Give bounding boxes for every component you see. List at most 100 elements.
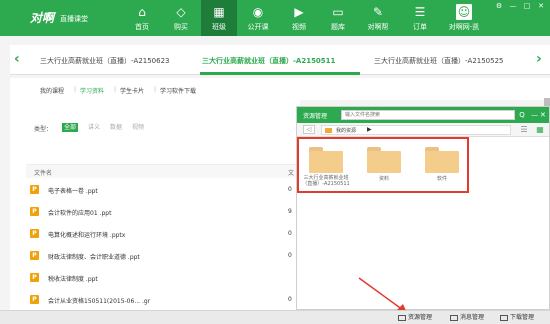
file-row[interactable]: P 电算化概述和运行环境 .pptx 0 [26, 226, 300, 246]
file-name: 会计从业资格150511(2015-06... .gr [48, 298, 151, 305]
play-circle-icon: ◉ [252, 5, 264, 19]
folder-item[interactable] [367, 147, 401, 173]
file-meta: 0 [288, 186, 292, 193]
course-tab-active[interactable]: 三大行业高薪就业班（直播）-A2150511 [202, 56, 335, 66]
home-icon: ⌂ [138, 5, 146, 19]
panel-close-button[interactable]: ✕ [540, 110, 546, 120]
nav-video[interactable]: ▶ 视频 [281, 0, 317, 36]
maximize-button[interactable]: □ [522, 2, 532, 10]
file-meta: 0 [288, 296, 292, 303]
chevron-left-icon[interactable]: ‹ [14, 51, 20, 67]
resource-manager-button[interactable]: 资源管理 [398, 313, 432, 323]
diamond-icon: ◇ [176, 5, 186, 19]
video-icon: ▶ [294, 5, 304, 19]
breadcrumb[interactable]: 我的资源 ▶ [321, 125, 511, 135]
nav-label: 订单 [413, 23, 427, 31]
file-row[interactable]: P 财政法律制度、会计职业道德 .ppt 0 [26, 248, 300, 268]
top-nav-bar: 对啊 直播课堂 ⌂ 首页 ◇ 购买 ▦ 班级 ◉ 公开课 ▶ 视频 ▭ 题库 ✎… [0, 0, 550, 36]
filter-data-button[interactable]: 数据 [108, 123, 124, 132]
status-label: 资源管理 [408, 314, 433, 321]
nav-label: 题库 [331, 23, 345, 31]
column-right: 文 [288, 170, 295, 177]
nav-open-class[interactable]: ◉ 公开课 [240, 0, 276, 36]
folder-icon-body [367, 151, 401, 173]
chevron-right-icon[interactable]: › [536, 51, 542, 67]
nav-user[interactable]: ☺ 对啊网-凯 [442, 0, 486, 36]
folder-item[interactable] [425, 147, 459, 173]
materials-content: 类型： 全部 讲义 数据 视频 文件名 文 P 电子表格一卷 .ppt 0 P … [10, 100, 300, 324]
tab-student-card[interactable]: 学生卡片 [120, 86, 144, 95]
nav-label: 对啊网-凯 [448, 23, 480, 31]
bottom-status-bar: 资源管理 消息管理 下载管理 [0, 310, 550, 324]
active-tab-underline [200, 72, 360, 75]
resource-toolbar: ◁ 我的资源 ▶ ☰ ▦ [297, 123, 549, 137]
folder-label: 资料 [378, 176, 389, 182]
search-icon[interactable]: Q [516, 110, 528, 120]
breadcrumb-root[interactable]: 我的资源 [336, 127, 356, 134]
folder-icon-body [309, 151, 343, 173]
breadcrumb-arrow-icon: ▶ [367, 126, 372, 133]
nav-buy[interactable]: ◇ 购买 [163, 0, 199, 36]
ppt-file-icon: P [30, 229, 39, 238]
tab-divider: | [154, 86, 157, 93]
app-logo-subtitle: 直播课堂 [60, 15, 88, 23]
folder-icon: ▭ [332, 5, 344, 19]
file-search-input[interactable] [341, 110, 515, 120]
ppt-file-icon: P [30, 273, 39, 282]
message-manager-button[interactable]: 消息管理 [450, 313, 484, 323]
help-icon: ✎ [372, 5, 384, 19]
nav-home[interactable]: ⌂ 首页 [124, 0, 160, 36]
avatar-icon: ☺ [456, 4, 472, 20]
folder-icon [325, 128, 332, 133]
folder-label: 软件 [436, 176, 447, 182]
download-manager-button[interactable]: 下载管理 [500, 313, 534, 323]
nav-help[interactable]: ✎ 对啊帮 [360, 0, 396, 36]
nav-question-bank[interactable]: ▭ 题库 [320, 0, 356, 36]
filter-video-button[interactable]: 视频 [130, 123, 146, 132]
nav-label: 公开课 [247, 23, 269, 31]
order-icon: ☰ [414, 5, 426, 19]
column-filename: 文件名 [34, 170, 53, 177]
minimize-button[interactable]: — [508, 2, 518, 10]
back-button[interactable]: ◁ [303, 125, 315, 134]
close-button[interactable]: ✕ [536, 2, 546, 10]
ppt-file-icon: P [30, 207, 39, 216]
cloud-download-icon [500, 314, 508, 321]
panel-minimize-button[interactable]: — [531, 110, 538, 120]
course-tab[interactable]: 三大行业高薪就业班（直播）-A2150525 [374, 56, 504, 66]
file-name: 电算化概述和运行环境 .pptx [48, 232, 126, 239]
list-view-icon[interactable]: ☰ [519, 125, 529, 135]
file-name: 电子表格一卷 .ppt [48, 188, 98, 195]
file-name: 财政法律制度、会计职业道德 .ppt [48, 254, 140, 261]
file-row[interactable]: P 会计软件的应用01 .ppt 9 [26, 204, 300, 224]
status-label: 下载管理 [510, 314, 535, 321]
nav-label: 视频 [292, 23, 306, 31]
file-row[interactable]: P 会计从业资格150511(2015-06... .gr 0 [26, 292, 300, 312]
course-tab[interactable]: 三大行业高薪就业班（直播）-A2150623 [40, 56, 170, 66]
tab-software-download[interactable]: 学习软件下载 [160, 86, 196, 95]
resource-panel-title: 资源管理 [303, 113, 328, 120]
grid-view-icon[interactable]: ▦ [535, 125, 545, 135]
nav-label: 对啊帮 [367, 23, 389, 31]
tab-study-materials[interactable]: 学习资料 [80, 86, 104, 95]
file-list-header: 文件名 文 [26, 164, 300, 178]
file-row[interactable]: P 电子表格一卷 .ppt 0 [26, 182, 300, 202]
tab-divider: | [114, 86, 117, 93]
ppt-file-icon: P [30, 185, 39, 194]
class-icon: ▦ [213, 5, 225, 19]
folder-item[interactable] [309, 147, 343, 173]
speaker-icon [450, 314, 458, 321]
tab-my-courses[interactable]: 我的课程 [40, 86, 64, 95]
course-selector: ‹ 三大行业高薪就业班（直播）-A2150623 三大行业高薪就业班（直播）-A… [10, 45, 550, 75]
filter-notes-button[interactable]: 讲义 [86, 123, 102, 132]
settings-icon[interactable]: ⚙ [494, 2, 504, 10]
file-meta: 9 [288, 208, 292, 215]
file-meta: 0 [288, 252, 292, 259]
filter-all-button[interactable]: 全部 [62, 123, 79, 132]
file-name: 税收法律制度 .ppt [48, 276, 98, 283]
nav-orders[interactable]: ☰ 订单 [402, 0, 438, 36]
type-filter-label: 类型： [34, 126, 53, 133]
nav-class[interactable]: ▦ 班级 [201, 0, 237, 36]
file-row[interactable]: P 税收法律制度 .ppt [26, 270, 300, 290]
resource-manager-panel: 资源管理 Q — ✕ ◁ 我的资源 ▶ ☰ ▦ 三大行业高薪就业班（直播）-A2… [296, 106, 550, 310]
